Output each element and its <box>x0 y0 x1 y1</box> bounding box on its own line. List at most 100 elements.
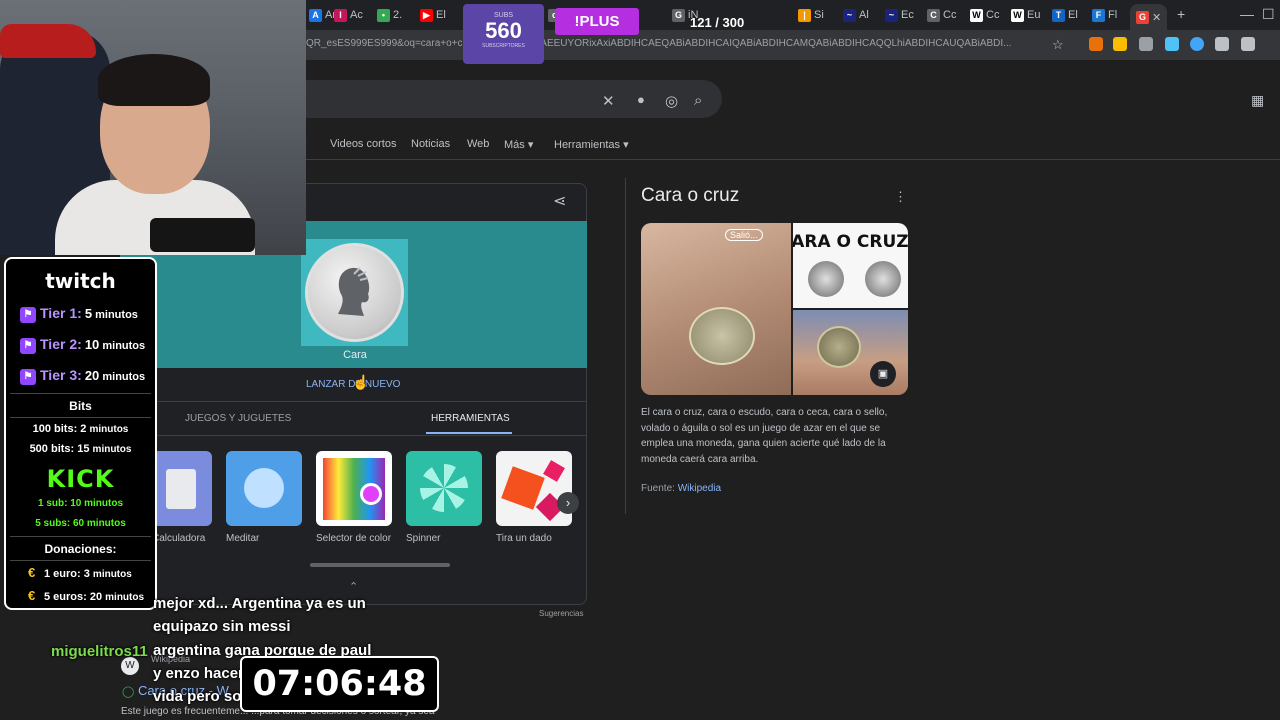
filter-web[interactable]: Web <box>467 138 489 150</box>
bookmark-star-icon[interactable]: ☆ <box>1052 37 1064 53</box>
filter-tools[interactable]: Herramientas ▾ <box>554 138 629 151</box>
chat-message-line: mejor xd... Argentina ya es un <box>153 595 366 612</box>
spinner-tool-icon[interactable] <box>406 451 482 526</box>
filter-short-videos[interactable]: Videos cortos <box>330 138 396 150</box>
knowledge-panel-description: El cara o cruz, cara o escudo, cara o ce… <box>641 407 888 465</box>
minimize-button[interactable]: — <box>1240 6 1254 22</box>
suggestions-link[interactable]: Sugerencias <box>539 609 583 618</box>
divider <box>306 159 1280 160</box>
tab-favicon-icon: W <box>1011 8 1024 22</box>
chat-message-line: y enzo hacer <box>153 665 244 682</box>
browser-tab[interactable]: C Cc <box>927 4 956 26</box>
coin-hand-image[interactable]: Salió... <box>641 223 791 395</box>
image-caption: ¡CARA O CRUZ <box>793 232 908 252</box>
streamer-hair <box>98 54 210 106</box>
tab-favicon-icon: A <box>309 8 322 22</box>
divider <box>10 560 151 561</box>
browser-tab[interactable]: • 2. <box>377 4 402 26</box>
extension-icon[interactable] <box>1215 37 1229 51</box>
browser-tab[interactable]: ~ Ec <box>885 4 914 26</box>
tab-favicon-icon: • <box>377 8 390 22</box>
apps-grid-icon[interactable]: ▦ <box>1251 92 1264 109</box>
collapse-chevron-icon[interactable]: ⌃ <box>349 580 358 593</box>
tier-row: ⚑ Tier 3: 20 minutos <box>20 367 155 386</box>
kick-row: 5 subs: 60 minutos <box>35 518 126 529</box>
source-line: Fuente: Wikipedia <box>641 483 721 494</box>
subs-counter: SUBS 560 SUBSCRIPTORES <box>463 4 544 64</box>
coin-result: Cara <box>343 349 367 361</box>
mic-icon[interactable]: ● <box>637 92 645 107</box>
chat-message-line: equipazo sin messi <box>153 618 291 635</box>
filter-more[interactable]: Más ▾ <box>504 138 533 151</box>
image-gallery-icon[interactable]: ▣ <box>870 361 896 387</box>
active-tab[interactable]: G ✕ <box>1130 4 1168 30</box>
shield-icon: ◯ <box>122 686 135 698</box>
extensions-puzzle-icon[interactable] <box>1241 37 1255 51</box>
meditate-tool-icon[interactable] <box>226 451 302 526</box>
bits-row: 500 bits: 15 minutos <box>29 443 132 455</box>
extension-icon[interactable] <box>1190 37 1204 51</box>
chevron-right-icon[interactable]: › <box>557 492 579 514</box>
twitch-icon: ⚑ <box>20 369 36 386</box>
browser-tab[interactable]: A Ar <box>309 4 336 26</box>
tool-label: Tira un dado <box>496 533 552 544</box>
browser-tab[interactable]: ▶ El <box>420 4 446 26</box>
twitch-icon: ⚑ <box>20 338 36 355</box>
bits-title: Bits <box>69 399 92 413</box>
stream-timer: 07:06:48 <box>240 656 439 712</box>
filter-news[interactable]: Noticias <box>411 138 450 150</box>
dice-tool-icon[interactable] <box>496 451 572 526</box>
tab-tools[interactable]: HERRAMIENTAS <box>431 413 510 424</box>
stream-screenshot: { "browser": { "tabs": [ {"label": "Ar",… <box>0 0 1280 720</box>
donation-row: €1 euro: 3 minutos <box>28 565 132 580</box>
address-bar[interactable]: QR_esES999ES999&oq=cara+o+cru...UVbWUyDA… <box>306 38 1046 49</box>
browser-tab[interactable]: I Ac <box>334 4 363 26</box>
coin-face-icon[interactable] <box>305 243 404 342</box>
tab-games-toys[interactable]: JUEGOS Y JUGUETES <box>185 413 291 424</box>
more-options-icon[interactable]: ⋮ <box>894 189 907 205</box>
plus-badge: !PLUS <box>555 8 639 35</box>
wikipedia-link[interactable]: Wikipedia <box>678 483 721 494</box>
profile-icon <box>338 267 370 316</box>
browser-tab[interactable]: W Eu <box>1011 4 1040 26</box>
extension-icon[interactable] <box>1089 37 1103 51</box>
search-input[interactable] <box>240 80 722 118</box>
tab-favicon-icon: | <box>798 8 811 22</box>
browser-tab[interactable]: F Fl <box>1092 4 1117 26</box>
tab-favicon-icon: W <box>970 8 983 22</box>
share-icon[interactable]: ⋖ <box>553 191 566 211</box>
new-tab-button[interactable]: + <box>1177 6 1185 22</box>
twitch-logo: twitch <box>45 269 116 293</box>
tab-label: Si <box>814 9 824 21</box>
coin-logo-image[interactable]: ¡CARA O CRUZ <box>793 223 908 308</box>
browser-tab[interactable]: ~ Al <box>843 4 869 26</box>
mouse-cursor-icon: ☝ <box>352 374 370 390</box>
horizontal-scrollbar[interactable] <box>310 563 450 567</box>
donation-panel: twitch ⚑ Tier 1: 5 minutos ⚑ Tier 2: 10 mi… <box>4 257 157 610</box>
browser-tab[interactable]: W Cc <box>970 4 999 26</box>
maximize-button[interactable]: ☐ <box>1262 6 1275 23</box>
coin-fingers-image[interactable]: ▣ <box>793 310 908 395</box>
chat-message-line: vida pero so <box>153 688 242 705</box>
kick-logo: KICK <box>46 465 115 493</box>
browser-tab[interactable]: | Si <box>798 4 824 26</box>
tab-label: Cc <box>943 9 957 21</box>
tab-label: Al <box>859 9 869 21</box>
twitch-icon: ⚑ <box>20 307 36 324</box>
tab-favicon-icon: ~ <box>843 8 856 22</box>
active-tab-indicator <box>426 432 512 434</box>
close-tab-icon[interactable]: ✕ <box>1152 11 1161 24</box>
extension-icon[interactable] <box>1165 37 1179 51</box>
search-icon[interactable]: ⌕ <box>694 92 702 109</box>
clear-icon[interactable]: ✕ <box>602 92 615 110</box>
tab-favicon-icon: F <box>1092 8 1105 22</box>
tab-favicon-icon: ~ <box>885 8 898 22</box>
extension-icon[interactable] <box>1139 37 1153 51</box>
browser-tab[interactable]: T El <box>1052 4 1078 26</box>
color-picker-tool-icon[interactable] <box>316 451 392 526</box>
lens-icon[interactable]: ◎ <box>665 92 678 110</box>
tab-label: El <box>436 9 446 21</box>
extension-icon[interactable] <box>1113 37 1127 51</box>
subs-sublabel: SUBSCRIPTORES <box>482 43 525 49</box>
tab-label: Ec <box>901 9 914 21</box>
